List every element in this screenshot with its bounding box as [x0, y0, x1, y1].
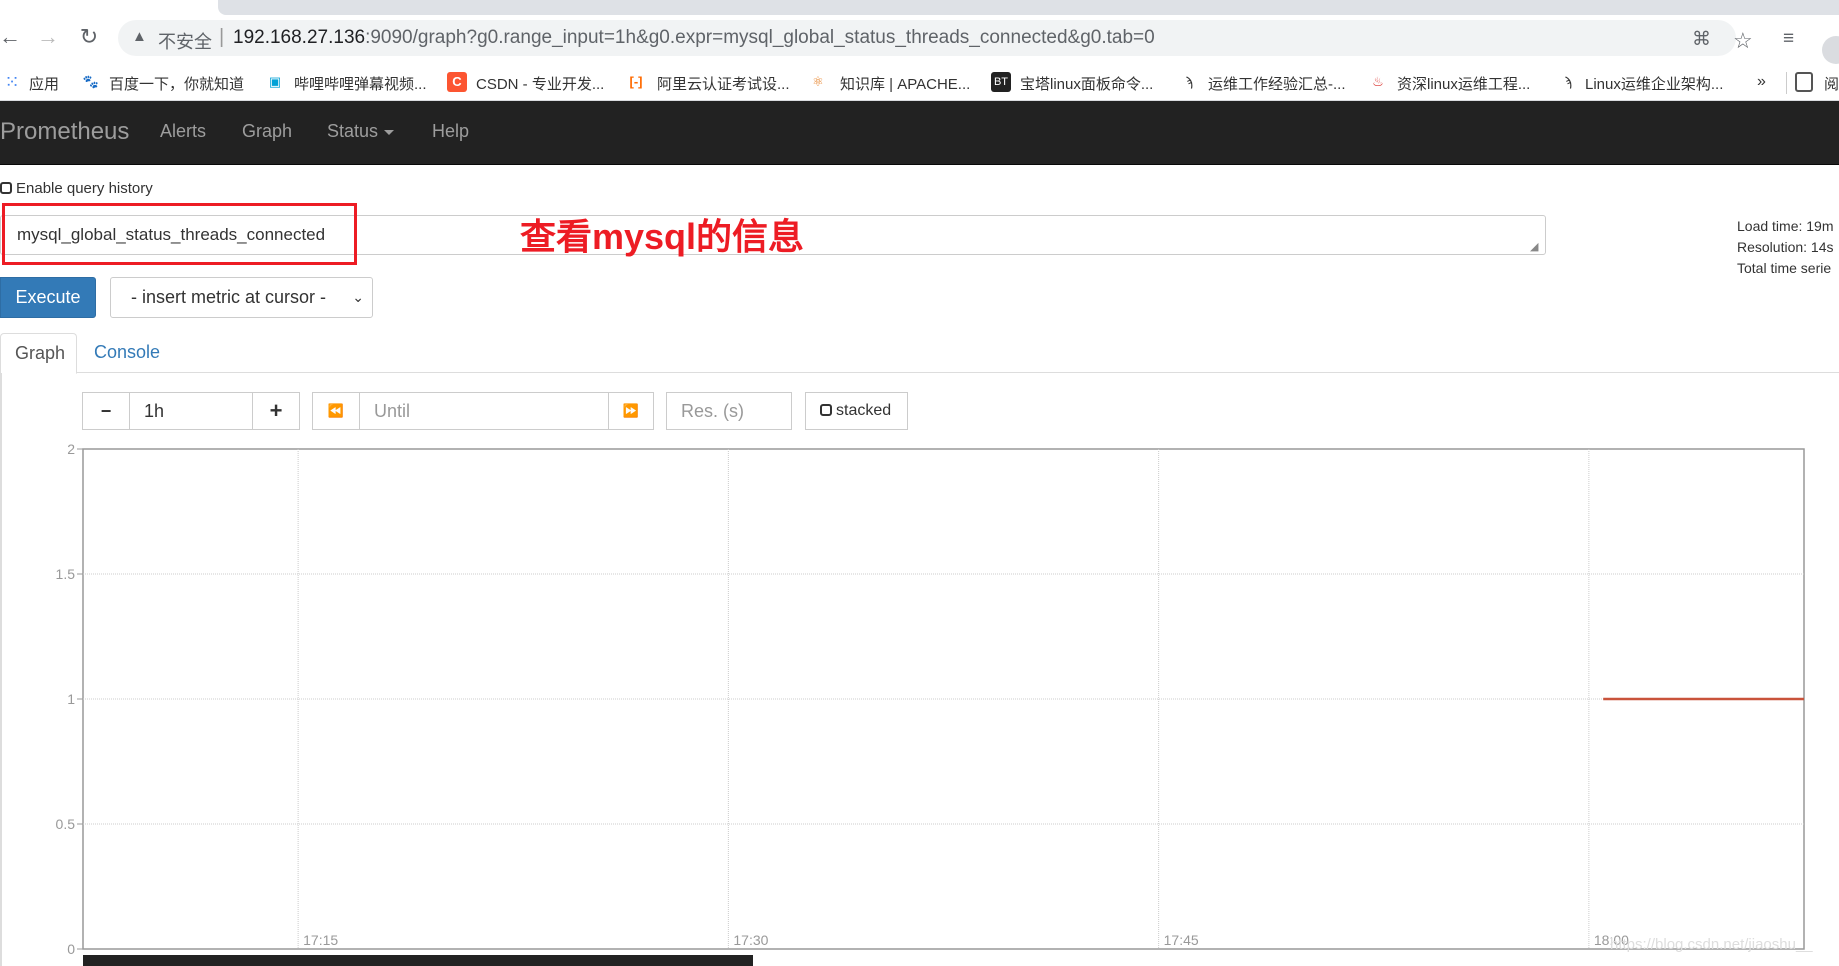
highlight-box: [2, 203, 357, 265]
star-icon[interactable]: ☆: [1733, 28, 1753, 54]
bookmark-item[interactable]: Linux运维企业架构...: [1585, 73, 1723, 94]
until-input[interactable]: Until: [359, 392, 609, 430]
chevron-down-icon: ⌄: [352, 289, 364, 305]
forward-time-button[interactable]: ⏩: [608, 392, 654, 430]
resolution: Resolution: 14s: [1737, 239, 1834, 255]
range-input[interactable]: 1h: [129, 392, 253, 430]
divider: |: [219, 26, 225, 48]
bookmark-item[interactable]: CSDN - 专业开发...: [476, 73, 604, 94]
bookmark-item[interactable]: 知识库 | APACHE...: [840, 73, 970, 94]
x-tick-label: 17:45: [1164, 932, 1199, 948]
translate-icon[interactable]: ⌘: [1692, 28, 1711, 51]
stacked-label: stacked: [836, 402, 892, 419]
x-tick-label: 17:30: [733, 932, 768, 948]
graph-chart: 00.511.5217:15 17:30 17:45 18:00: [56, 441, 1805, 957]
browser-toolbar: ← → ↻ ▲ 不安全 | 192.168.27.136:9090/graph?…: [0, 16, 1839, 66]
stacked-toggle[interactable]: stacked: [805, 392, 908, 430]
url-text[interactable]: 192.168.27.136:9090/graph?g0.range_input…: [233, 27, 1155, 49]
reading-list-label[interactable]: 阅: [1824, 73, 1839, 94]
metric-select-value: - insert metric at cursor -: [131, 287, 327, 307]
warning-icon: ▲: [132, 28, 147, 45]
nav-status[interactable]: Status: [327, 121, 395, 142]
y-tick-label: 0.5: [56, 816, 76, 832]
url-host: 192.168.27.136: [233, 27, 366, 48]
caret-down-icon: [384, 129, 395, 135]
query-info: Load time: 19m Resolution: 14s Total tim…: [1737, 216, 1834, 279]
y-tick-label: 0: [67, 941, 75, 957]
query-history-toggle[interactable]: Enable query history: [0, 180, 153, 197]
nav-graph[interactable]: Graph: [242, 121, 292, 142]
aliyun-icon: [-]: [629, 74, 643, 89]
media-icon[interactable]: ≡: [1783, 28, 1794, 50]
avatar[interactable]: [1822, 36, 1839, 64]
csdn-c-icon: C: [447, 72, 467, 92]
y-tick-label: 1: [67, 691, 75, 707]
more-bookmarks-button[interactable]: »: [1757, 73, 1766, 91]
bird-icon: ϡ: [1564, 74, 1572, 89]
load-time: Load time: 19m: [1737, 218, 1834, 234]
bird-icon: ϡ: [1185, 74, 1193, 89]
bilibili-tv-icon: ▣: [268, 74, 282, 89]
x-tick-label: 17:15: [303, 932, 338, 948]
tab-graph[interactable]: Graph: [0, 333, 77, 374]
legend-bar: [83, 955, 753, 966]
bookmarks-bar: ⁙ 应用 🐾 百度一下，你就知道 ▣ 哔哩哔哩弹幕视频... C CSDN - 专业开发...…: [0, 66, 1839, 101]
reload-icon[interactable]: ↻: [77, 24, 101, 50]
divider: [1786, 72, 1787, 94]
checkbox-icon[interactable]: [820, 404, 832, 416]
url-path: :9090/graph?g0.range_input=1h&g0.expr=my…: [365, 27, 1155, 48]
bt-icon: BT: [991, 72, 1011, 92]
bookmark-item[interactable]: 百度一下，你就知道: [109, 73, 244, 94]
watermark: https://blog.csdn.net/jiaoshu__: [1610, 936, 1813, 953]
resize-handle-icon[interactable]: ◢: [1530, 240, 1538, 253]
browser-tab-strip: [0, 0, 1839, 16]
brand-link[interactable]: Prometheus: [0, 118, 129, 146]
total-time-series: Total time serie: [1737, 260, 1832, 276]
execute-button[interactable]: Execute: [0, 277, 96, 318]
atom-icon: ⚛: [812, 74, 824, 89]
flame-icon: ♨: [1372, 74, 1384, 89]
reading-list-icon[interactable]: [1795, 72, 1813, 92]
nav-status-label: Status: [327, 121, 379, 141]
y-tick-label: 2: [67, 441, 75, 457]
tab-console[interactable]: Console: [80, 333, 174, 374]
back-time-button[interactable]: ⏪: [312, 392, 360, 430]
insert-metric-select[interactable]: - insert metric at cursor - ⌄: [110, 277, 373, 318]
panel-tabs: Graph Console: [0, 333, 1839, 374]
increase-range-button[interactable]: +: [252, 392, 300, 430]
bookmark-item[interactable]: 阿里云认证考试设...: [657, 73, 790, 94]
forward-icon[interactable]: →: [36, 24, 60, 50]
baidu-paw-icon: 🐾: [82, 74, 100, 89]
bookmark-item[interactable]: 宝塔linux面板命令...: [1020, 73, 1153, 94]
address-bar[interactable]: ▲ 不安全 | 192.168.27.136:9090/graph?g0.ran…: [118, 20, 1736, 56]
insecure-label: 不安全: [158, 32, 212, 52]
query-history-label: Enable query history: [16, 180, 153, 197]
annotation-text: 查看mysql的信息: [520, 216, 805, 257]
back-icon[interactable]: ←: [0, 24, 22, 50]
bookmark-item[interactable]: 运维工作经验汇总-...: [1208, 73, 1346, 94]
y-tick-label: 1.5: [56, 566, 76, 582]
decrease-range-button[interactable]: −: [82, 392, 130, 430]
checkbox-icon[interactable]: [0, 182, 12, 194]
nav-alerts[interactable]: Alerts: [160, 121, 206, 142]
bookmark-item[interactable]: 哔哩哔哩弹幕视频...: [294, 73, 427, 94]
browser-tab[interactable]: [218, 0, 1839, 15]
nav-help[interactable]: Help: [432, 121, 469, 142]
navbar: Prometheus Alerts Graph Status Help: [0, 101, 1839, 165]
resolution-input[interactable]: Res. (s): [666, 392, 792, 430]
bookmark-item[interactable]: 资深linux运维工程...: [1397, 73, 1530, 94]
apps-grid-icon: ⁙: [4, 72, 20, 92]
bookmark-item[interactable]: 应用: [29, 73, 59, 94]
